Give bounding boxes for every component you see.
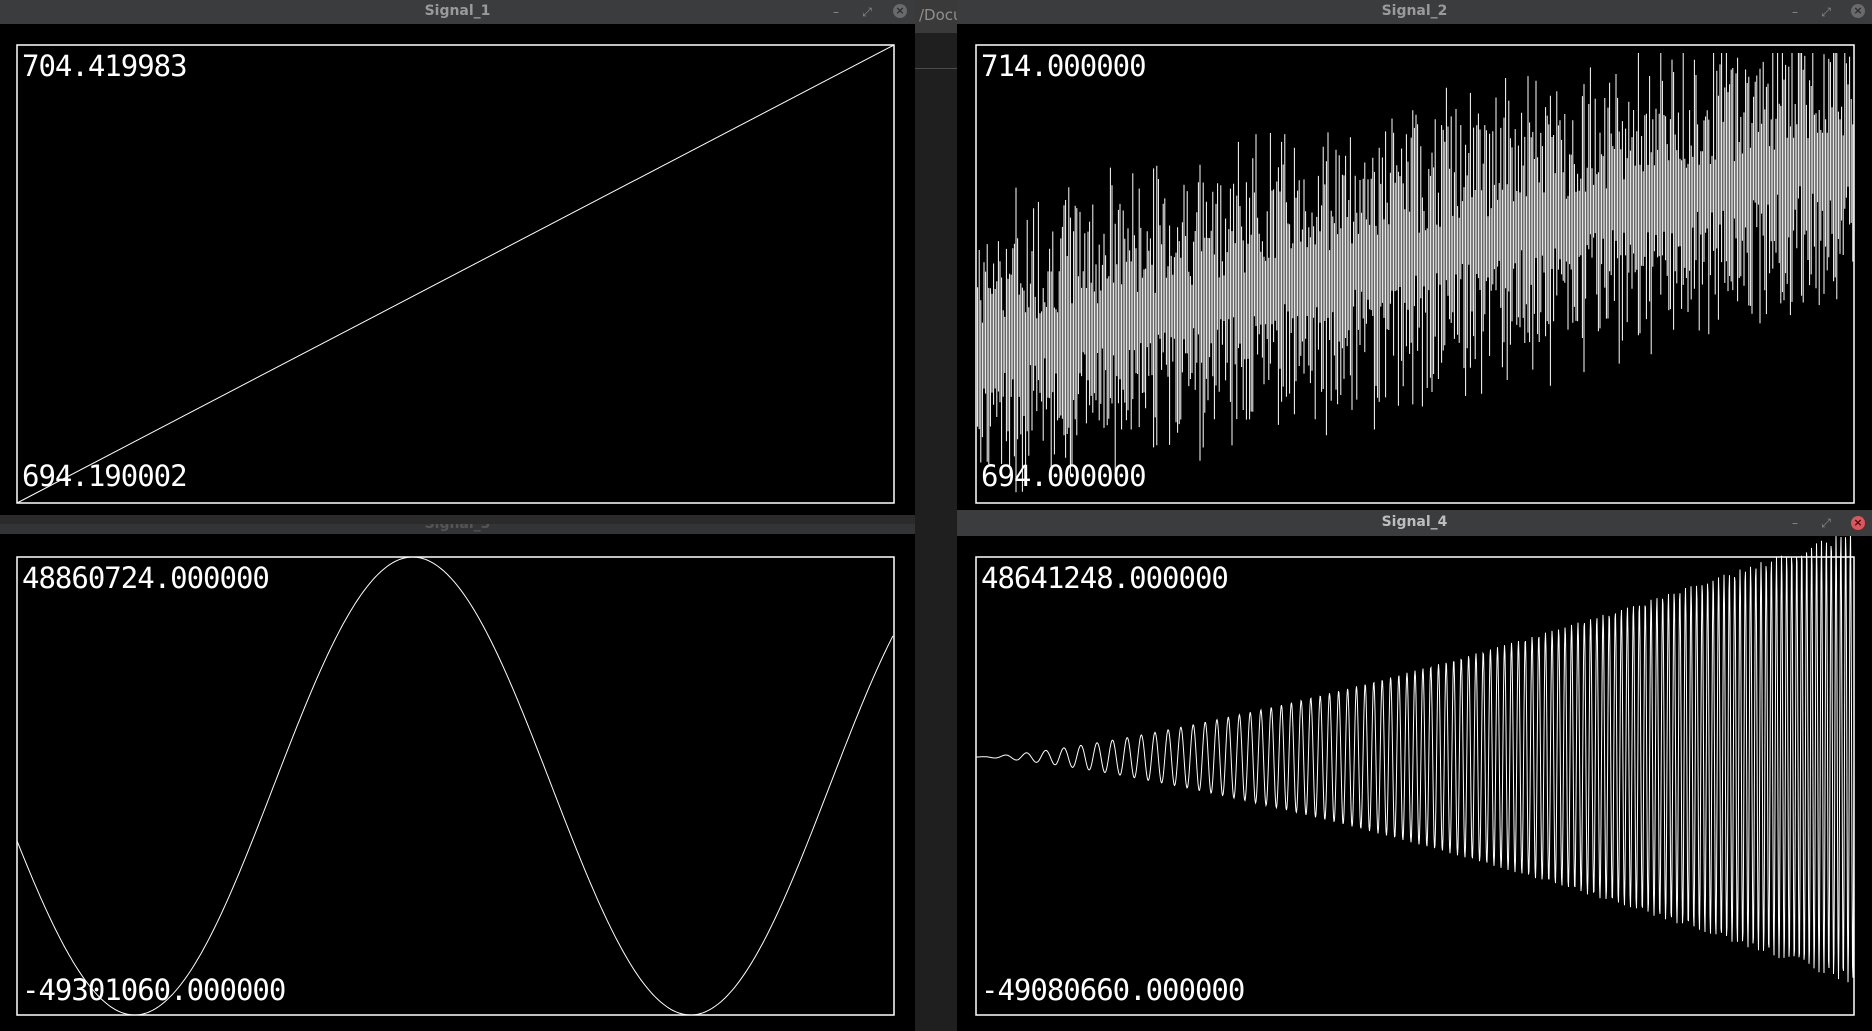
signal-2-plot-frame xyxy=(975,44,1855,504)
signal-3-titlebar[interactable]: Signal_3 xyxy=(0,524,915,534)
signal-3-chart xyxy=(16,556,895,1016)
signal-4-min-label: -49080660.000000 xyxy=(981,973,1245,1007)
signal-1-chart xyxy=(16,44,895,504)
signal-2-titlebar[interactable]: Signal_2 – ⤢ × xyxy=(957,0,1872,24)
signal-3-window: Signal_3 48860724.000000 -49301060.00000… xyxy=(0,524,915,1031)
signal-2-max-label: 714.000000 xyxy=(981,49,1147,83)
signal-1-minimize-button[interactable]: – xyxy=(827,3,845,21)
signal-2-window: Signal_2 – ⤢ × 714.000000 694.000000 xyxy=(957,0,1872,512)
signal-1-maximize-button[interactable]: ⤢ xyxy=(858,3,876,21)
signal-2-min-label: 694.000000 xyxy=(981,459,1147,493)
signal-3-plot-frame xyxy=(16,556,895,1016)
background-window-title: /Docu xyxy=(919,6,957,24)
signal-1-plot: 704.419983 694.190002 xyxy=(0,24,915,515)
signal-4-titlebar[interactable]: Signal_4 – ⤢ × xyxy=(957,510,1872,536)
signal-4-plot: 48641248.000000 -49080660.000000 xyxy=(957,536,1872,1031)
background-window-titlebar: /Docu xyxy=(915,0,957,33)
signal-4-chart xyxy=(975,536,1855,1016)
signal-2-trace xyxy=(975,53,1854,493)
signal-1-max-label: 704.419983 xyxy=(22,49,188,83)
signal-3-max-label: 48860724.000000 xyxy=(22,561,270,595)
signal-2-title: Signal_2 xyxy=(1381,3,1448,19)
signal-3-plot: 48860724.000000 -49301060.000000 xyxy=(0,534,915,1031)
signal-1-trace xyxy=(16,44,895,504)
signal-3-title: Signal_3 xyxy=(424,524,491,532)
signal-4-max-label: 48641248.000000 xyxy=(981,561,1229,595)
signal-4-close-button[interactable]: × xyxy=(1851,516,1865,530)
signal-1-close-button[interactable]: × xyxy=(893,4,907,18)
signal-4-title: Signal_4 xyxy=(1381,514,1448,530)
background-window: /Docu xyxy=(915,0,957,1031)
signal-1-titlebar[interactable]: Signal_1 – ⤢ × xyxy=(0,0,915,24)
signal-2-minimize-button[interactable]: – xyxy=(1786,3,1804,21)
signal-4-maximize-button[interactable]: ⤢ xyxy=(1817,514,1835,532)
signal-2-plot: 714.000000 694.000000 xyxy=(957,24,1872,512)
signal-4-window: Signal_4 – ⤢ × 48641248.000000 -49080660… xyxy=(957,510,1872,1031)
signal-1-title: Signal_1 xyxy=(424,3,491,19)
signal-2-maximize-button[interactable]: ⤢ xyxy=(1817,3,1835,21)
signal-2-close-button[interactable]: × xyxy=(1851,4,1865,18)
signal-4-minimize-button[interactable]: – xyxy=(1786,514,1804,532)
signal-2-chart xyxy=(975,44,1855,504)
background-window-divider xyxy=(915,68,957,69)
signal-1-window: Signal_1 – ⤢ × 704.419983 694.190002 xyxy=(0,0,915,515)
signal-3-trace xyxy=(16,556,894,1016)
signal-1-min-label: 694.190002 xyxy=(22,459,188,493)
signal-3-min-label: -49301060.000000 xyxy=(22,973,286,1007)
signal-4-trace xyxy=(976,536,1855,983)
